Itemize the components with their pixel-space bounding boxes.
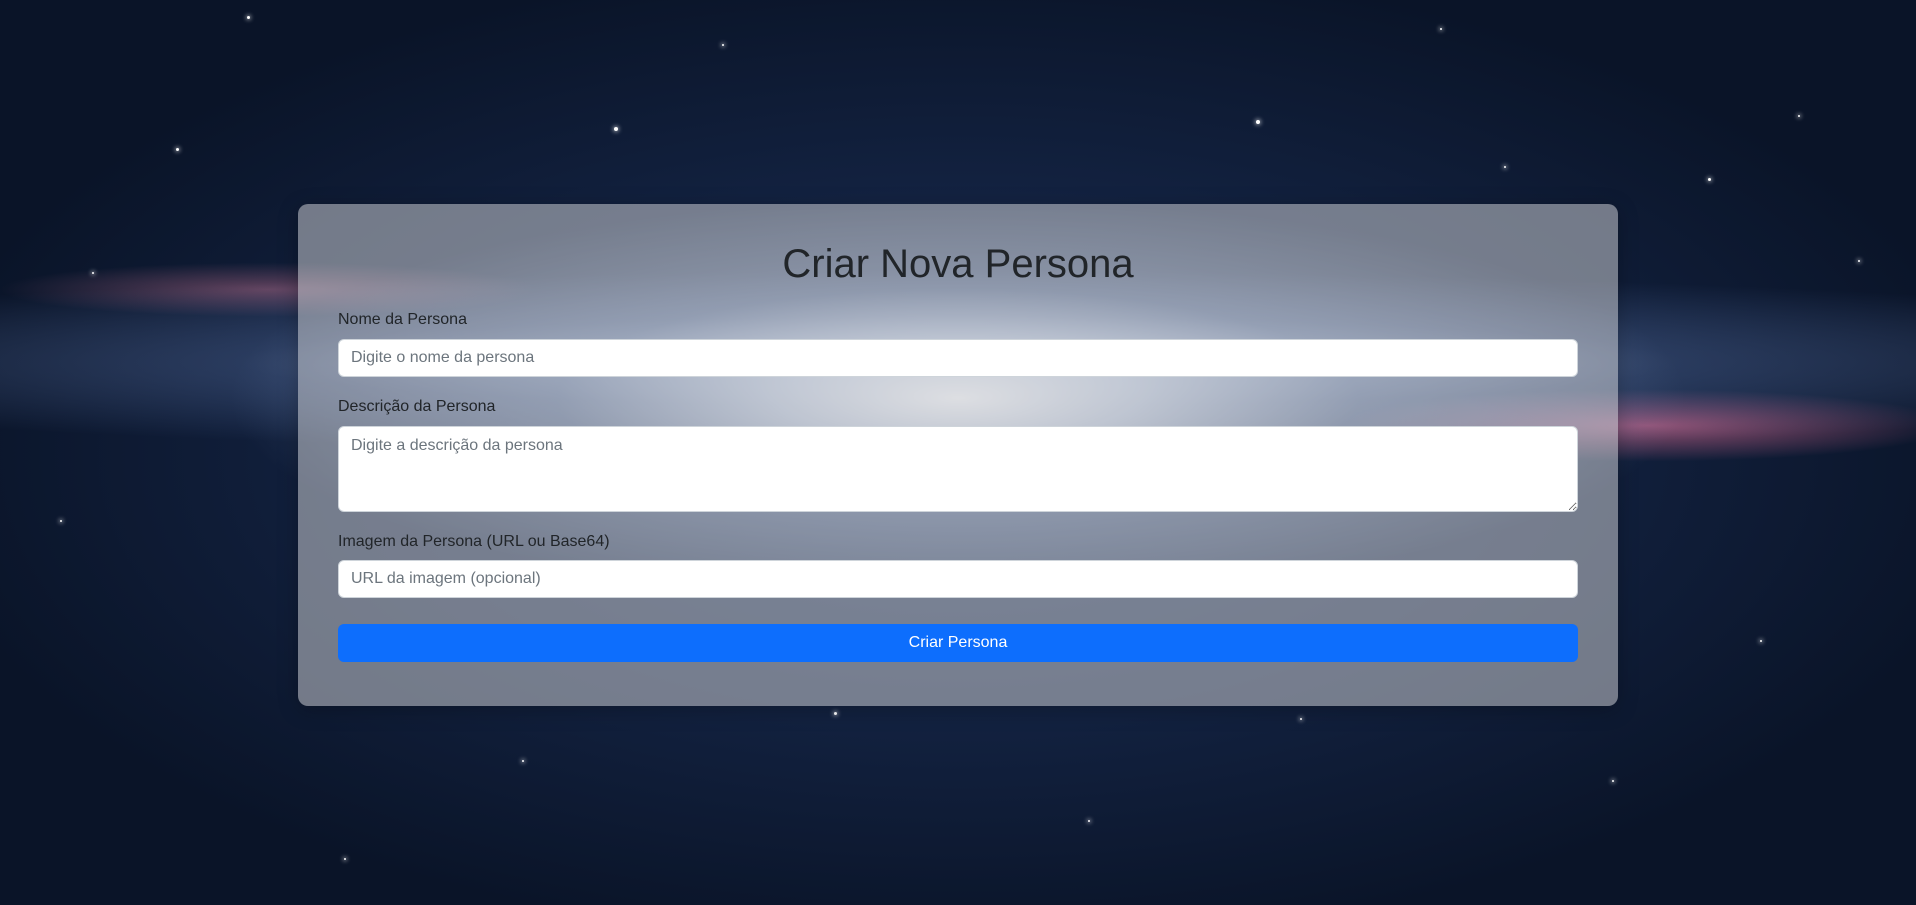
page-title: Criar Nova Persona: [782, 242, 1134, 286]
image-label: Imagem da Persona (URL ou Base64): [338, 532, 610, 550]
create-persona-button[interactable]: Criar Persona: [338, 624, 1578, 663]
name-label: Nome da Persona: [338, 311, 467, 328]
persona-image-url-input[interactable]: [338, 560, 1578, 599]
description-label: Descrição da Persona: [338, 397, 496, 415]
description-field-group: Descrição da Persona: [338, 397, 1578, 512]
persona-description-textarea[interactable]: [338, 425, 1578, 512]
image-field-group: Imagem da Persona (URL ou Base64): [338, 532, 1578, 599]
persona-name-input[interactable]: [338, 338, 1578, 377]
create-persona-card: Criar Nova Persona Nome da Persona Descr…: [298, 204, 1618, 706]
name-field-group: Nome da Persona: [338, 310, 1578, 377]
